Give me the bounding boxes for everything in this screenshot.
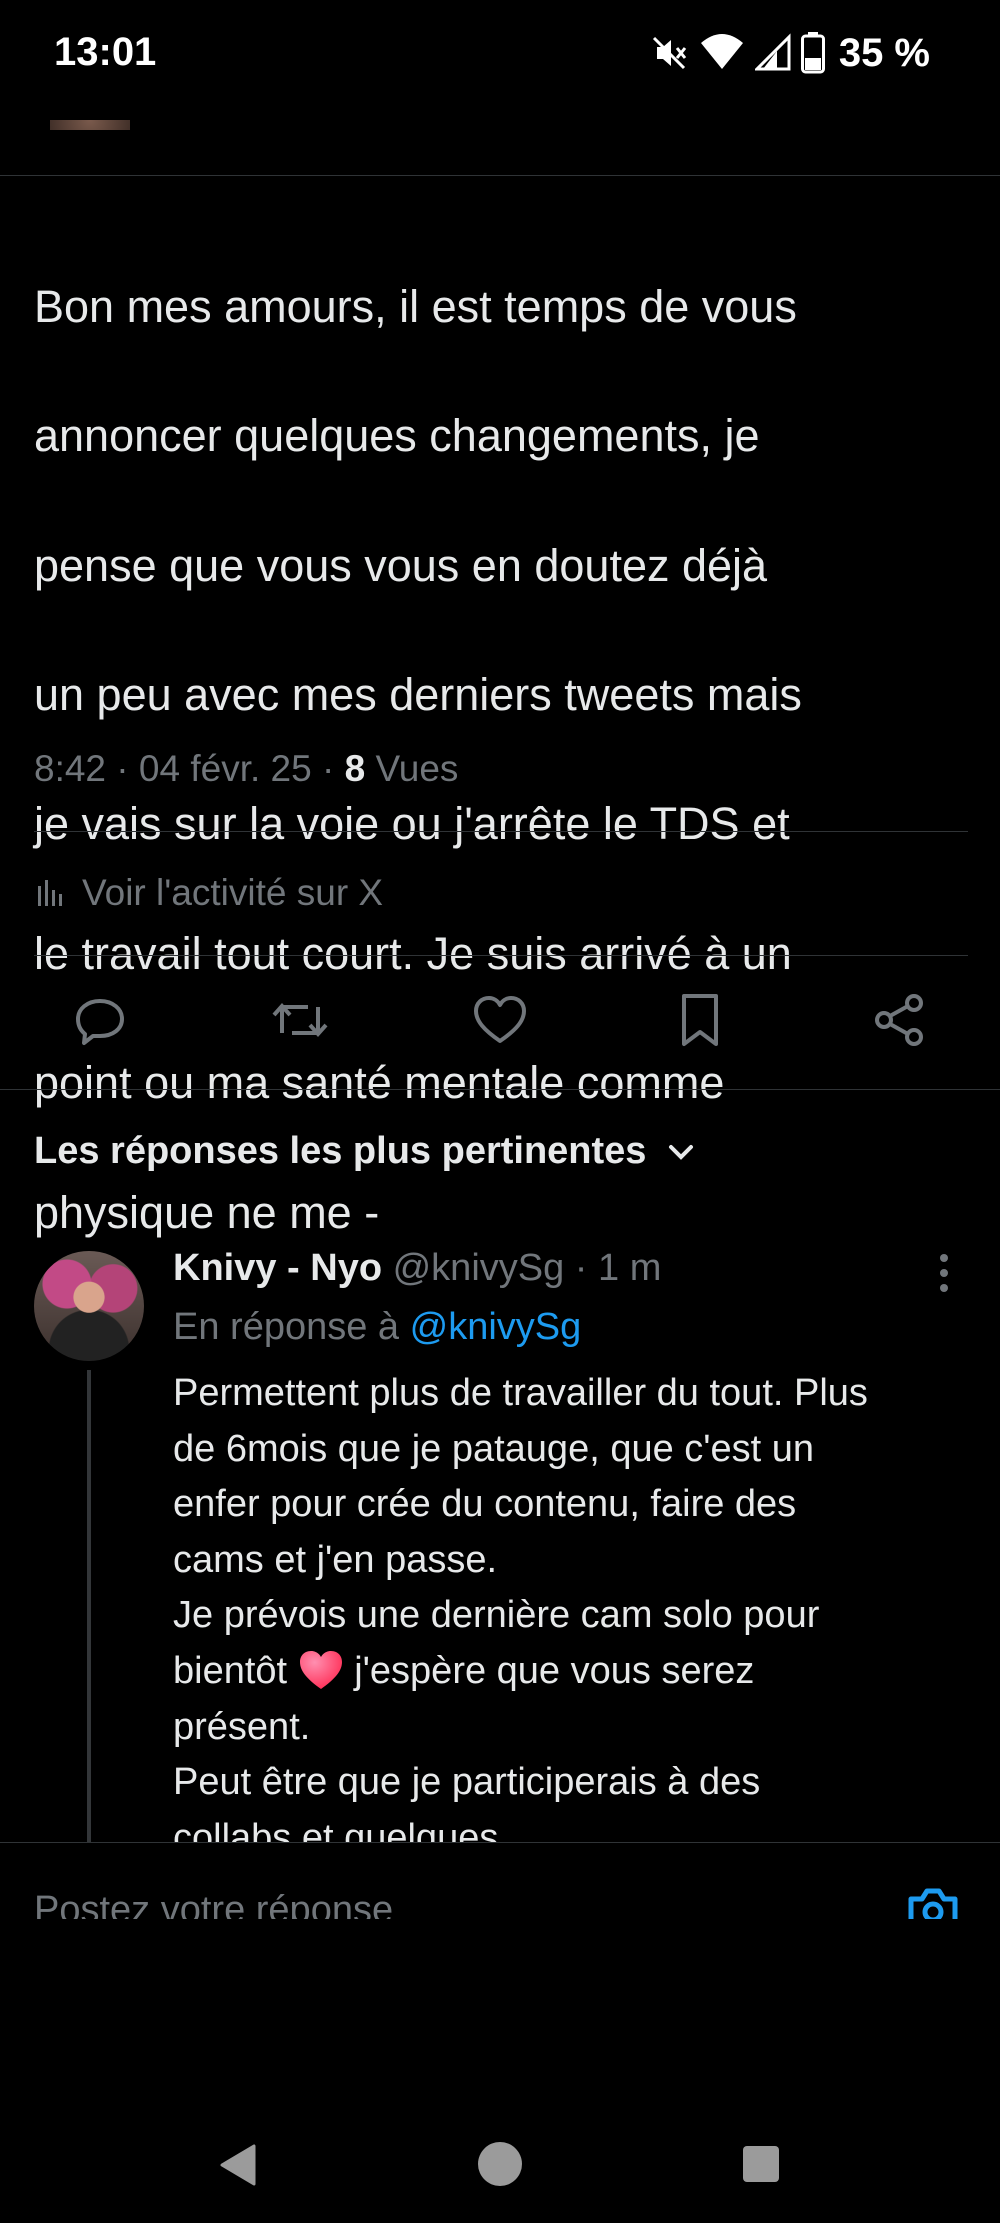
tweet-line: un peu avec mes derniers tweets mais: [34, 668, 802, 720]
tweet-time: 8:42: [34, 748, 107, 789]
meta-separator: ·: [106, 748, 139, 789]
chevron-down-icon: [669, 1144, 694, 1160]
reply-author-handle[interactable]: @knivySg: [393, 1247, 565, 1289]
reply-to-mention[interactable]: @knivySg: [410, 1306, 582, 1348]
meta-divider: [34, 831, 968, 832]
sort-label: Les réponses les plus pertinentes: [34, 1130, 647, 1172]
thread-line: [87, 1370, 91, 1842]
section-divider: [0, 1089, 1000, 1090]
status-time: 13:01: [54, 30, 157, 74]
tweet-line: point ou ma santé mentale comme: [34, 1057, 725, 1109]
wifi-icon: [700, 34, 743, 69]
reply-line: de 6mois que je patauge, que c'est un: [173, 1427, 815, 1470]
retweet-button[interactable]: [270, 990, 330, 1050]
activity-label: Voir l'activité sur X: [82, 872, 384, 913]
reply-line: enfer pour crée du contenu, faire des: [173, 1483, 797, 1526]
reply-author-name[interactable]: Knivy - Nyo: [173, 1247, 382, 1289]
back-icon[interactable]: [218, 2144, 256, 2186]
tweet-date: 04 févr. 25: [138, 748, 312, 789]
reply-separator: ·: [564, 1247, 599, 1289]
reply-header: Knivy - Nyo @knivySg · 1 m: [173, 1247, 661, 1290]
bookmark-button[interactable]: [670, 990, 730, 1050]
reply-button[interactable]: [70, 990, 130, 1050]
reply-to-prefix: En réponse à: [173, 1306, 400, 1348]
camera-icon[interactable]: [905, 1885, 961, 1919]
tweet-line: physique ne me -: [34, 1186, 380, 1238]
like-icon: [474, 996, 526, 1043]
home-icon[interactable]: [478, 2142, 522, 2186]
reply-line-with-emoji: bientôt j'espère que vous serez: [173, 1644, 973, 1700]
reply-text: Permettent plus de travailler du tout. P…: [173, 1366, 973, 1842]
heart-emoji-icon: [299, 1650, 342, 1689]
analytics-icon: [38, 880, 62, 906]
tweet-line: le travail tout court. Je suis arrivé à …: [34, 927, 792, 979]
author-avatar[interactable]: [50, 120, 130, 130]
tweet-line: Bon mes amours, il est temps de vous: [34, 280, 797, 332]
reply-avatar[interactable]: [34, 1251, 144, 1361]
replies-sort-dropdown[interactable]: Les réponses les plus pertinentes: [34, 1130, 696, 1173]
mute-icon: [652, 36, 686, 70]
tweet-actions: [0, 990, 1000, 1050]
status-icons: 35 %: [649, 28, 930, 78]
compose-bar: Postez votre réponse: [0, 1842, 1000, 1919]
tweet-line: annoncer quelques changements, je: [34, 410, 760, 462]
retweet-icon: [272, 1002, 328, 1038]
reply-line: présent.: [173, 1705, 311, 1748]
cell-signal-icon: [754, 33, 791, 71]
reply-line: j'espère que vous serez: [354, 1649, 755, 1692]
views-count: 8: [344, 748, 366, 789]
reply-line: Je prévois une dernière cam solo pour: [173, 1594, 820, 1637]
reply-line: cams et j'en passe.: [173, 1538, 498, 1581]
activity-divider: [34, 955, 968, 956]
reply-icon: [76, 999, 124, 1045]
recents-icon[interactable]: [743, 2146, 779, 2182]
header-divider: [0, 175, 1000, 176]
share-icon: [875, 994, 923, 1046]
like-button[interactable]: [470, 990, 530, 1050]
reply-time: 1 m: [598, 1247, 662, 1289]
tweet-meta: 8:42 · 04 févr. 25 · 8 Vues: [34, 748, 458, 790]
meta-separator: ·: [311, 748, 345, 789]
reply-line: bientôt: [173, 1649, 288, 1692]
status-bar: 13:01 35 %: [0, 0, 1000, 110]
bookmark-icon: [682, 994, 718, 1046]
tweet-line: je vais sur la voie ou j'arrête le TDS e…: [34, 798, 790, 850]
more-options-icon[interactable]: [932, 1251, 956, 1295]
reply-line: Permettent plus de travailler du tout. P…: [173, 1372, 868, 1414]
system-navigation-bar: [0, 2100, 1000, 2223]
views-label: Vues: [375, 748, 459, 789]
reply-to: En réponse à @knivySg: [173, 1306, 581, 1349]
share-button[interactable]: [870, 990, 930, 1050]
battery-icon: [800, 32, 825, 74]
battery-percent: 35 %: [838, 30, 930, 75]
reply-line: Peut être que je participerais à des: [173, 1761, 761, 1804]
reply-line: collabs et quelques: [173, 1816, 499, 1842]
activity-link[interactable]: Voir l'activité sur X: [34, 872, 383, 914]
tweet-line: pense que vous vous en doutez déjà: [34, 539, 768, 591]
reply-input[interactable]: Postez votre réponse: [34, 1889, 393, 1919]
